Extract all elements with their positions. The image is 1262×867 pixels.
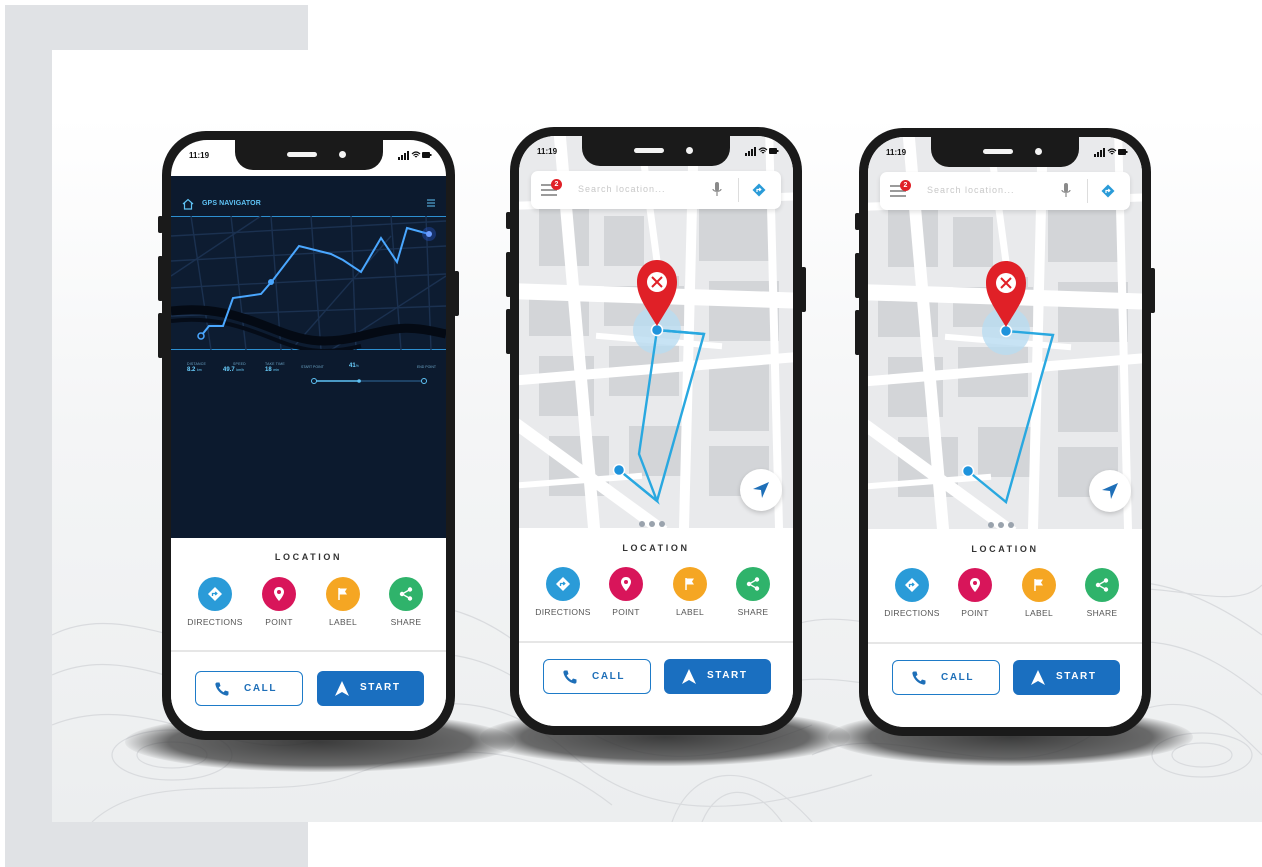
navigator-header: GPS NAVIGATOR [171,194,446,216]
phone-icon [912,671,926,685]
start-button[interactable]: START [664,659,771,694]
status-time: 11:19 [886,148,907,157]
phone-gps-navigator: 11:19 GPS NAVIGATOR DISTANCE 8.2 km SPEE… [158,131,459,740]
status-time: 11:19 [189,151,210,160]
label-action[interactable]: LABEL [658,567,722,617]
directions-icon[interactable] [1101,184,1115,198]
directions-icon[interactable] [752,183,766,197]
decorative-frame-left [5,5,52,867]
share-action[interactable]: SHARE [721,567,785,617]
search-bar: 2 Search location... [880,172,1130,210]
signal-wifi-battery-icon [745,147,779,156]
share-icon [399,587,413,601]
share-icon [1095,578,1109,592]
point-action[interactable]: POINT [943,568,1007,618]
call-button[interactable]: CALL [543,659,651,694]
point-action[interactable]: POINT [594,567,658,617]
app-title: GPS NAVIGATOR [202,200,261,207]
phone-screen: 11:19 2 Search location... LOCATION DIRE… [868,137,1142,727]
phone-notch [931,137,1079,167]
location-title: LOCATION [622,543,690,553]
signal-wifi-battery-icon [1094,148,1128,157]
navigator-map [171,216,446,350]
phone-notch [234,140,383,170]
panel-divider [868,642,1142,644]
panel-divider [519,641,793,643]
navigation-arrow-icon [682,669,696,684]
search-bar: 2 Search location... [531,171,781,209]
phone-icon [215,682,229,696]
flag-icon [1034,579,1043,591]
call-button[interactable]: CALL [892,660,1000,695]
location-title: LOCATION [971,544,1039,554]
trip-stats: DISTANCE 8.2 km SPEED 49.7 km/h TAKE TIM… [171,362,446,392]
panel-divider [171,650,446,652]
home-icon[interactable] [182,198,194,210]
label-action[interactable]: LABEL [1007,568,1071,618]
stat-distance: DISTANCE 8.2 km [187,362,207,373]
directions-action[interactable]: DIRECTIONS [183,577,247,627]
share-action[interactable]: SHARE [374,577,438,627]
microphone-icon[interactable] [1060,183,1072,199]
menu-icon[interactable] [426,198,436,208]
navigation-arrow-icon [1031,670,1045,685]
directions-action[interactable]: DIRECTIONS [880,568,944,618]
point-action[interactable]: POINT [247,577,311,627]
progress-percent: 41% [349,363,359,369]
phone-map-view: 11:19 2 Search location... LOCATION DIRE… [506,127,806,735]
notification-badge: 2 [900,180,911,191]
notification-badge: 2 [551,179,562,190]
end-point-label: END POINT [416,365,436,369]
stat-time: TAKE TIME 18 min [265,362,285,373]
decorative-frame-bottom [5,822,308,867]
signal-wifi-battery-icon [398,151,432,160]
phone-screen: 11:19 2 Search location... LOCATION DIRE… [519,136,793,726]
status-time: 11:19 [537,147,558,156]
my-location-button[interactable] [740,469,782,511]
flag-icon [685,578,694,590]
flag-icon [338,588,347,600]
page-indicator [639,514,673,527]
page-indicator [988,515,1022,528]
start-button[interactable]: START [1013,660,1120,695]
microphone-icon[interactable] [711,182,723,198]
location-panel: LOCATION DIRECTIONS POINT LABEL SHARE CA… [868,530,1142,727]
start-button[interactable]: START [317,671,424,706]
phone-notch [582,136,730,166]
search-input[interactable]: Search location... [578,184,666,194]
share-action[interactable]: SHARE [1070,568,1134,618]
location-pin-icon [621,577,631,591]
navigation-arrow-icon [335,681,349,696]
share-icon [746,577,760,591]
navigation-arrow-icon [753,482,769,498]
trip-progress-bar [311,378,427,384]
directions-icon [208,587,222,601]
label-action[interactable]: LABEL [311,577,375,627]
location-pin-icon [274,587,284,601]
call-button[interactable]: CALL [195,671,303,706]
navigation-arrow-icon [1102,483,1118,499]
phone-screen: 11:19 GPS NAVIGATOR DISTANCE 8.2 km SPEE… [171,140,446,731]
stat-speed: SPEED 49.7 km/h [223,362,246,373]
phone-map-view: 11:19 2 Search location... LOCATION DIRE… [855,128,1155,736]
my-location-button[interactable] [1089,470,1131,512]
start-point-label: START POINT [301,365,324,369]
location-panel: LOCATION DIRECTIONS POINT LABEL SHARE CA… [171,538,446,731]
location-title: LOCATION [274,552,343,562]
search-input[interactable]: Search location... [927,185,1015,195]
directions-icon [905,578,919,592]
location-panel: LOCATION DIRECTIONS POINT LABEL SHARE CA… [519,529,793,726]
directions-icon [556,577,570,591]
directions-action[interactable]: DIRECTIONS [531,567,595,617]
location-pin-icon [970,578,980,592]
phone-icon [563,670,577,684]
mockup-stage: 11:19 GPS NAVIGATOR DISTANCE 8.2 km SPEE… [0,0,1262,867]
